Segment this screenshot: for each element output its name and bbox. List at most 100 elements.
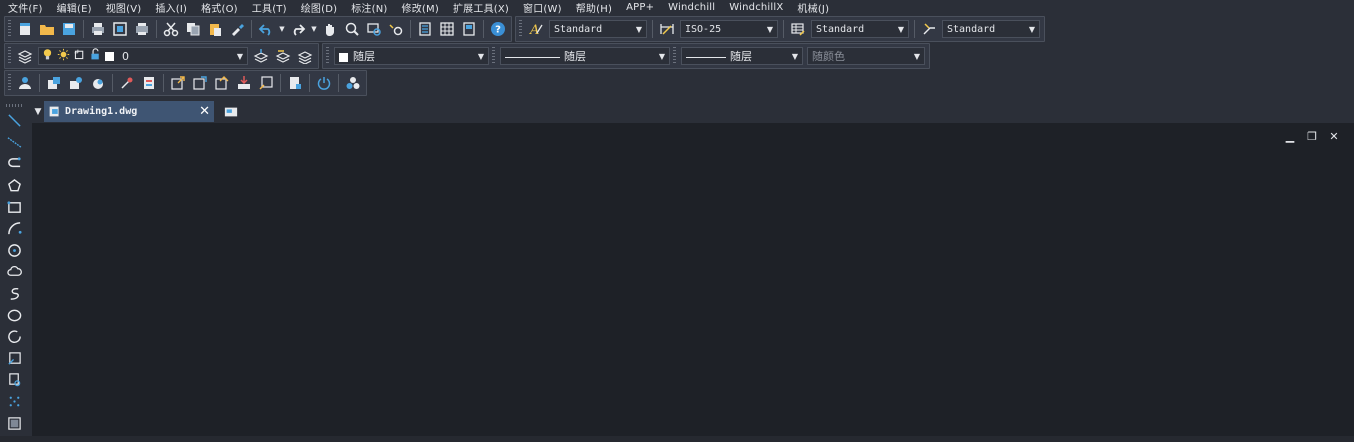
- menu-file[interactable]: 文件(F): [0, 0, 43, 15]
- user-button[interactable]: [15, 73, 35, 93]
- print-preview-button[interactable]: [110, 19, 130, 39]
- layer-properties-button[interactable]: [15, 46, 35, 66]
- tab-list-dropdown[interactable]: ▼: [32, 107, 44, 117]
- explode-button[interactable]: [190, 73, 210, 93]
- lineweight-select[interactable]: 随层 ▼: [681, 47, 803, 65]
- menu-draw[interactable]: 绘图(D): [293, 0, 338, 15]
- toolbar-grip[interactable]: [8, 74, 11, 92]
- menu-modify[interactable]: 修改(M): [394, 0, 439, 15]
- pick-button[interactable]: [117, 73, 137, 93]
- new-button[interactable]: [15, 19, 35, 39]
- open-button[interactable]: [37, 19, 57, 39]
- linetype-select[interactable]: 随层 ▼: [500, 47, 670, 65]
- match-properties-button[interactable]: [227, 19, 247, 39]
- zoom-window-button[interactable]: [364, 19, 384, 39]
- zoom-realtime-button[interactable]: [342, 19, 362, 39]
- make-block-tool[interactable]: [3, 369, 25, 391]
- spline-icon: [10, 288, 19, 300]
- rectangle-tool[interactable]: [3, 196, 25, 218]
- text-style-select[interactable]: Standard ▼: [549, 20, 647, 38]
- redo-button[interactable]: [288, 19, 308, 39]
- circle-tool[interactable]: [3, 240, 25, 262]
- menu-window[interactable]: 窗口(W): [515, 0, 562, 15]
- toolbar-grip[interactable]: [326, 47, 329, 65]
- xref-attach-button[interactable]: [44, 73, 64, 93]
- layer-previous-button[interactable]: [273, 46, 293, 66]
- line-tool[interactable]: [3, 110, 25, 132]
- toolbar-grip[interactable]: [8, 20, 11, 38]
- menu-mechanical[interactable]: 机械(J): [789, 0, 829, 15]
- sheet-button[interactable]: [256, 73, 276, 93]
- toolbar-grip[interactable]: [519, 20, 522, 38]
- menu-edit[interactable]: 编辑(E): [49, 0, 92, 15]
- toolbar-grip[interactable]: [492, 47, 495, 65]
- paste-button[interactable]: [205, 19, 225, 39]
- undo-button[interactable]: [256, 19, 276, 39]
- hatch-tool[interactable]: [3, 412, 25, 434]
- copy-button[interactable]: [183, 19, 203, 39]
- mleader-style-button[interactable]: [919, 19, 939, 39]
- construction-line-tool[interactable]: [3, 132, 25, 154]
- dim-style-select[interactable]: ISO-25 ▼: [680, 20, 778, 38]
- close-icon[interactable]: ✕: [1328, 131, 1340, 143]
- clipboard-button[interactable]: [139, 73, 159, 93]
- revision-cloud-tool[interactable]: [3, 261, 25, 283]
- spline-tool[interactable]: [3, 283, 25, 305]
- menu-extension-tools[interactable]: 扩展工具(X): [445, 0, 509, 15]
- drawing-canvas[interactable]: ▁ ❐ ✕: [32, 123, 1354, 442]
- tab-drawing1[interactable]: Drawing1.dwg ✕: [44, 101, 214, 122]
- toolbar-grip[interactable]: [6, 104, 24, 107]
- report-button[interactable]: [285, 73, 305, 93]
- menu-view[interactable]: 视图(V): [98, 0, 142, 15]
- toolbar-grip[interactable]: [8, 47, 11, 65]
- polygon-tool[interactable]: [3, 175, 25, 197]
- menu-windchill[interactable]: Windchill: [660, 2, 715, 13]
- cut-button[interactable]: [161, 19, 181, 39]
- menu-insert[interactable]: 插入(I): [147, 0, 187, 15]
- pan-button[interactable]: [320, 19, 340, 39]
- table-style-button[interactable]: [788, 19, 808, 39]
- toolbar-grip[interactable]: [673, 47, 676, 65]
- menu-app-plus[interactable]: APP+: [618, 2, 654, 13]
- layer-select[interactable]: 0 ▼: [38, 47, 248, 65]
- design-center-button[interactable]: [437, 19, 457, 39]
- menu-dimension[interactable]: 标注(N): [343, 0, 387, 15]
- menu-format[interactable]: 格式(O): [193, 0, 238, 15]
- arc-tool[interactable]: [3, 218, 25, 240]
- dim-style-button[interactable]: [657, 19, 677, 39]
- ellipse-tool[interactable]: [3, 304, 25, 326]
- ellipse-arc-tool[interactable]: [3, 326, 25, 348]
- xref-manager-button[interactable]: [66, 73, 86, 93]
- import-button[interactable]: [234, 73, 254, 93]
- text-style-button[interactable]: A: [526, 19, 546, 39]
- image-attach-button[interactable]: [88, 73, 108, 93]
- redo-dropdown[interactable]: ▼: [310, 19, 318, 39]
- new-tab-button[interactable]: [220, 103, 242, 121]
- minimize-icon[interactable]: ▁: [1284, 131, 1296, 143]
- tool-palettes-button[interactable]: [459, 19, 479, 39]
- menu-tools[interactable]: 工具(T): [244, 0, 287, 15]
- undo-dropdown[interactable]: ▼: [278, 19, 286, 39]
- layer-states-button[interactable]: [295, 46, 315, 66]
- make-object-layer-current-button[interactable]: [251, 46, 271, 66]
- export-button[interactable]: [168, 73, 188, 93]
- publish-button[interactable]: [212, 73, 232, 93]
- restore-icon[interactable]: ❐: [1306, 131, 1318, 143]
- zoom-previous-button[interactable]: [386, 19, 406, 39]
- plot-button[interactable]: [132, 19, 152, 39]
- menu-windchillx[interactable]: WindchillX: [721, 2, 783, 13]
- close-tab-icon[interactable]: ✕: [199, 104, 210, 119]
- point-tool[interactable]: [3, 391, 25, 413]
- polyline-tool[interactable]: [3, 153, 25, 175]
- insert-block-tool[interactable]: [3, 348, 25, 370]
- color-select[interactable]: 随层 ▼: [334, 47, 489, 65]
- print-button[interactable]: [88, 19, 108, 39]
- menu-help[interactable]: 帮助(H): [568, 0, 612, 15]
- table-style-select[interactable]: Standard ▼: [811, 20, 909, 38]
- save-button[interactable]: [59, 19, 79, 39]
- help-button[interactable]: ?: [488, 19, 508, 39]
- mleader-style-select[interactable]: Standard ▼: [942, 20, 1040, 38]
- power-button[interactable]: [314, 73, 334, 93]
- group-button[interactable]: [343, 73, 363, 93]
- properties-button[interactable]: [415, 19, 435, 39]
